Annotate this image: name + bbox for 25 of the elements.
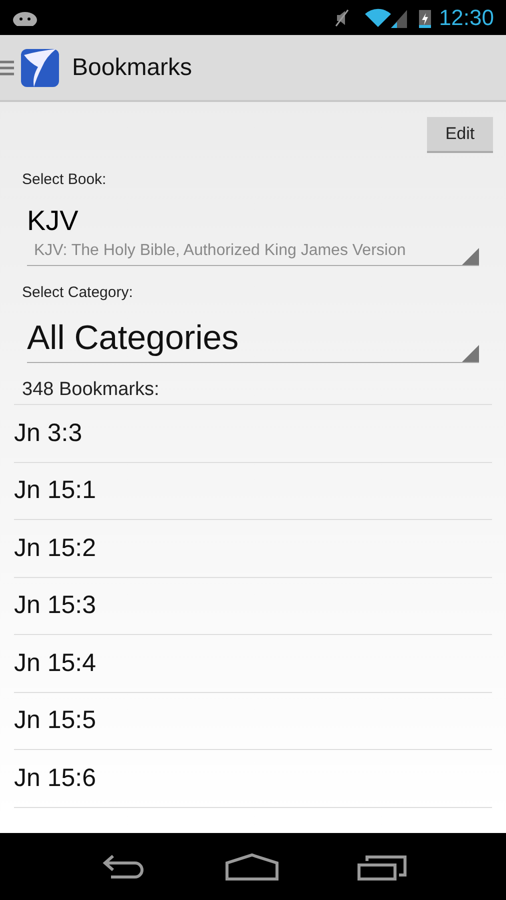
- bookmark-item[interactable]: Jn 15:4: [14, 644, 96, 682]
- bookmark-item[interactable]: Jn 15:6: [14, 760, 96, 797]
- bookmark-item[interactable]: Jn 15:1: [14, 472, 96, 510]
- dropdown-arrow-icon: [462, 345, 479, 362]
- app-logo-icon[interactable]: [20, 46, 60, 88]
- bookmark-count: 348 Bookmarks:: [22, 378, 160, 402]
- battery-icon: [418, 8, 431, 28]
- clock: 12:30: [438, 4, 494, 32]
- android-icon: [12, 10, 38, 26]
- wifi-icon: [364, 8, 391, 28]
- bookmark-item[interactable]: Jn 15:3: [14, 587, 96, 624]
- category-dropdown[interactable]: All Categories: [27, 318, 479, 363]
- field-label: Select Book:: [22, 170, 108, 190]
- screen-title: Bookmarks: [72, 52, 192, 82]
- signal-icon: [390, 8, 407, 28]
- home-icon[interactable]: [225, 852, 279, 880]
- mute-icon: [334, 8, 349, 26]
- bookmark-item[interactable]: Jn 15:5: [14, 702, 96, 740]
- field-label: Select Category:: [22, 282, 134, 302]
- book-dropdown[interactable]: KJV KJV: The Holy Bible, Authorized King James Version: [27, 204, 479, 266]
- bookmark-item[interactable]: Jn 15:2: [14, 530, 96, 567]
- edit-button[interactable]: Edit: [427, 117, 493, 153]
- dropdown-arrow-icon: [462, 248, 479, 264]
- bookmark-item[interactable]: Jn 3:3: [14, 414, 82, 452]
- recent-apps-icon[interactable]: [357, 852, 407, 880]
